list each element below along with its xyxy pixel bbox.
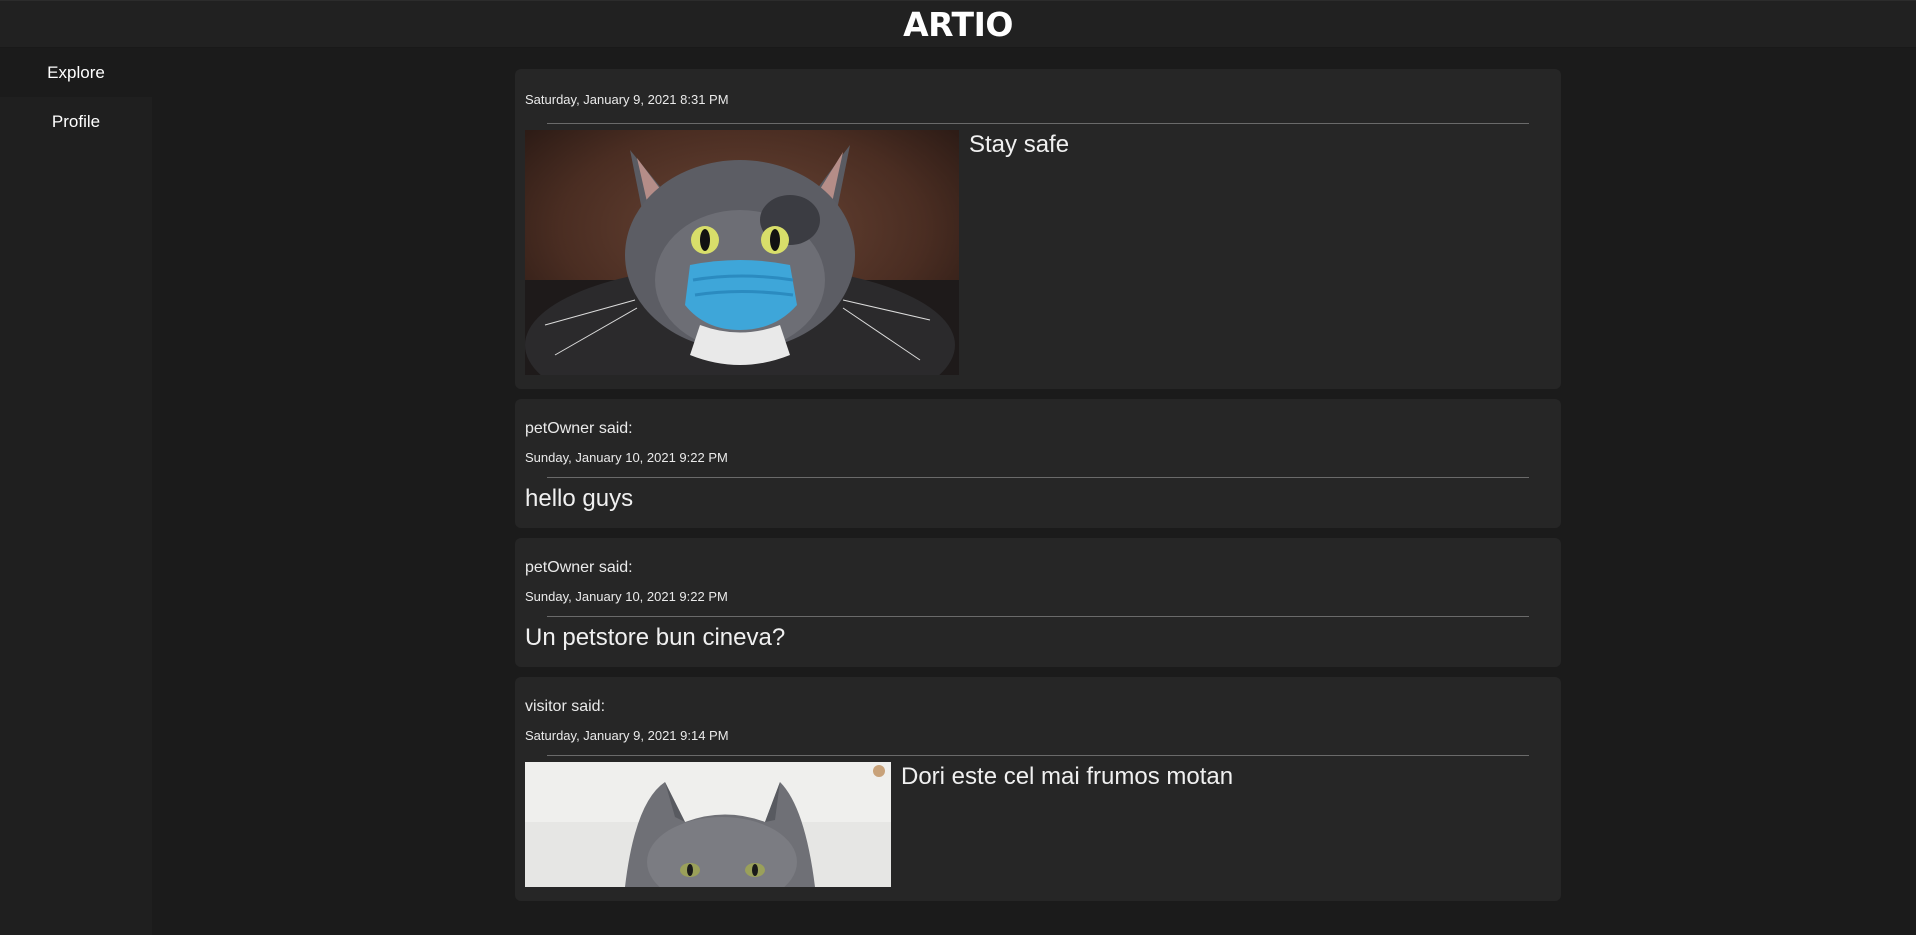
post-card: petOwner said: Sunday, January 10, 2021 … xyxy=(515,538,1561,667)
post-feed[interactable]: Saturday, January 9, 2021 8:31 PM Stay s… xyxy=(515,69,1561,911)
post-date: Sunday, January 10, 2021 9:22 PM xyxy=(525,589,728,604)
post-author: petOwner said: xyxy=(525,559,633,576)
post-text: Dori este cel mai frumos motan xyxy=(901,763,1234,790)
divider xyxy=(547,755,1529,756)
post-author: petOwner said: xyxy=(525,420,633,437)
post-author: visitor said: xyxy=(525,698,606,715)
cat-mask-photo[interactable] xyxy=(525,130,959,375)
divider xyxy=(547,123,1529,124)
sidebar: Explore Profile xyxy=(0,48,152,935)
post-card: visitor said: Saturday, January 9, 2021 … xyxy=(515,677,1561,901)
post-card: petOwner said: Sunday, January 10, 2021 … xyxy=(515,399,1561,528)
post-card: Saturday, January 9, 2021 8:31 PM Stay s… xyxy=(515,69,1561,389)
post-date: Sunday, January 10, 2021 9:22 PM xyxy=(525,450,728,465)
post-date: Saturday, January 9, 2021 9:14 PM xyxy=(525,728,729,743)
app-title: ARTIO xyxy=(903,4,1013,44)
divider xyxy=(547,616,1529,617)
divider xyxy=(547,477,1529,478)
gray-cat-photo[interactable] xyxy=(525,762,891,887)
post-text: Stay safe xyxy=(969,131,1070,158)
sidebar-item-explore[interactable]: Explore xyxy=(0,48,152,97)
sidebar-item-profile[interactable]: Profile xyxy=(0,97,152,146)
post-text: hello guys xyxy=(525,485,634,512)
post-text: Un petstore bun cineva? xyxy=(525,624,786,651)
post-date: Saturday, January 9, 2021 8:31 PM xyxy=(525,92,729,107)
app-header: ARTIO xyxy=(0,0,1916,48)
